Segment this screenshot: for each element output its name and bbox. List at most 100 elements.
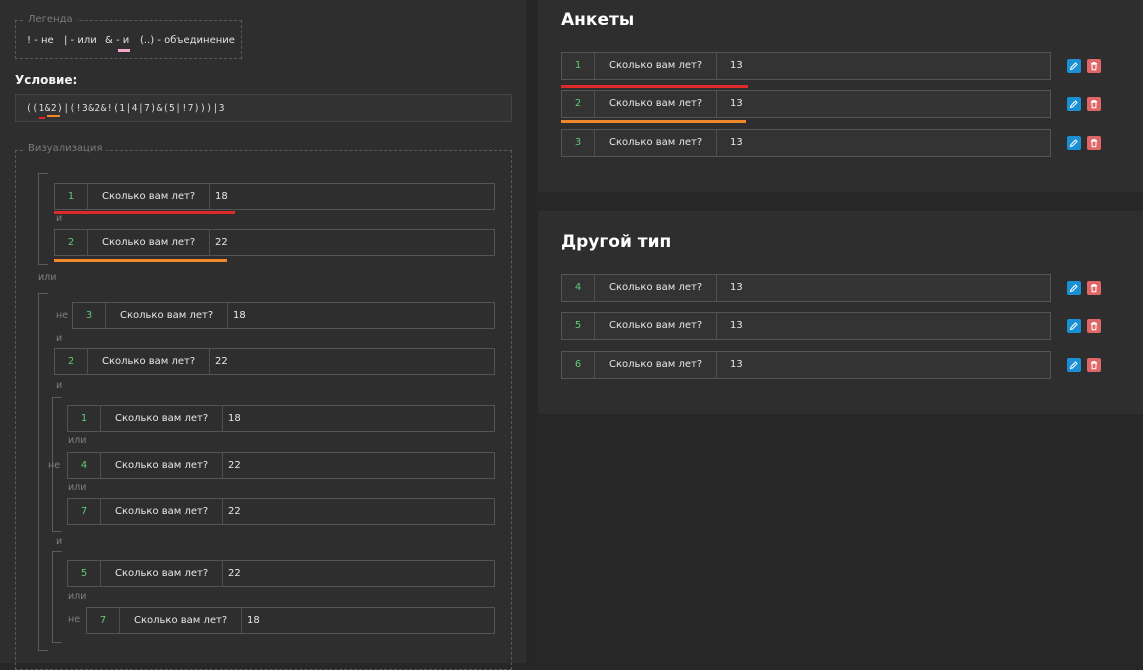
row-value: 22: [228, 568, 241, 579]
row-question: Сколько вам лет?: [88, 230, 211, 255]
legend-group: (..) - объединение: [140, 35, 235, 46]
questionnaire-row[interactable]: 4 Сколько вам лет? 13: [561, 274, 1051, 302]
row-question: Сколько вам лет?: [101, 453, 224, 478]
legend-box: Легенда ! - не | - или & - и (..) - объе…: [15, 14, 242, 59]
row-question: Сколько вам лет?: [595, 313, 718, 339]
visualization-title: Визуализация: [24, 143, 107, 154]
pencil-icon: [1069, 322, 1078, 331]
pencil-icon: [1069, 139, 1078, 148]
questionnaire-row[interactable]: 3 Сколько вам лет? 13: [561, 129, 1051, 157]
condition-row[interactable]: 2 Сколько вам лет? 22: [54, 348, 495, 375]
condition-row[interactable]: 3 Сколько вам лет? 18: [72, 302, 495, 329]
questionnaire-row[interactable]: 5 Сколько вам лет? 13: [561, 312, 1051, 340]
op-and: и: [56, 333, 63, 344]
questionnaire-row[interactable]: 2 Сколько вам лет? 13: [561, 90, 1051, 118]
legend-not: ! - не: [27, 35, 54, 46]
row-question: Сколько вам лет?: [101, 406, 224, 431]
condition-mark-orange: [47, 115, 60, 117]
condition-row[interactable]: 7 Сколько вам лет? 18: [86, 607, 495, 634]
edit-button[interactable]: [1067, 358, 1081, 372]
group-bracket: [38, 173, 48, 265]
edit-button[interactable]: [1067, 59, 1081, 73]
condition-row[interactable]: 1 Сколько вам лет? 18: [54, 183, 495, 210]
row-value: 22: [215, 356, 228, 367]
condition-row[interactable]: 7 Сколько вам лет? 22: [67, 498, 495, 525]
group-bracket: [52, 551, 62, 643]
delete-button[interactable]: [1087, 136, 1101, 150]
row-number: 1: [55, 184, 88, 209]
row-value: 13: [730, 320, 743, 331]
row-number: 1: [562, 53, 595, 79]
trash-icon: [1091, 361, 1097, 370]
op-or: или: [68, 482, 87, 493]
card-title: Другой тип: [561, 232, 672, 252]
legend-title: Легенда: [24, 14, 77, 25]
row-question: Сколько вам лет?: [595, 53, 718, 79]
highlight-underline-orange: [561, 120, 746, 123]
delete-button[interactable]: [1087, 281, 1101, 295]
delete-button[interactable]: [1087, 97, 1101, 111]
row-value: 13: [730, 282, 743, 293]
op-not: не: [56, 310, 69, 321]
legend-highlight-mark: [118, 49, 130, 52]
condition-row[interactable]: 1 Сколько вам лет? 18: [67, 405, 495, 432]
highlight-underline-red: [561, 85, 748, 88]
row-value: 18: [233, 310, 246, 321]
condition-row[interactable]: 4 Сколько вам лет? 22: [67, 452, 495, 479]
row-number: 3: [562, 130, 595, 156]
condition-panel: Легенда ! - не | - или & - и (..) - объе…: [0, 0, 526, 670]
op-and: и: [56, 213, 63, 224]
edit-button[interactable]: [1067, 319, 1081, 333]
pencil-icon: [1069, 62, 1078, 71]
delete-button[interactable]: [1087, 358, 1101, 372]
condition-input[interactable]: ((1&2)|(!3&2&!(1|4|7)&(5|!7)))|3: [15, 94, 512, 122]
pencil-icon: [1069, 361, 1078, 370]
row-number: 4: [562, 275, 595, 301]
delete-button[interactable]: [1087, 319, 1101, 333]
row-question: Сколько вам лет?: [106, 303, 229, 328]
row-number: 5: [68, 561, 101, 586]
row-number: 3: [73, 303, 106, 328]
panel-divider: [526, 0, 538, 663]
highlight-underline-orange: [54, 259, 227, 262]
card-ankety: Анкеты 1 Сколько вам лет? 13 2 Сколько в…: [538, 0, 1143, 192]
op-or: или: [38, 272, 57, 283]
row-value: 13: [730, 60, 743, 71]
row-number: 4: [68, 453, 101, 478]
legend-or: | - или: [64, 35, 97, 46]
edit-button[interactable]: [1067, 97, 1081, 111]
op-not: не: [48, 460, 61, 471]
legend-and: & - и: [105, 35, 130, 46]
row-value: 22: [228, 460, 241, 471]
row-question: Сколько вам лет?: [101, 499, 224, 524]
delete-button[interactable]: [1087, 59, 1101, 73]
condition-mark-red: [39, 117, 45, 119]
condition-row[interactable]: 5 Сколько вам лет? 22: [67, 560, 495, 587]
condition-row[interactable]: 2 Сколько вам лет? 22: [54, 229, 495, 256]
row-value: 22: [215, 237, 228, 248]
row-value: 13: [730, 98, 743, 109]
row-number: 1: [68, 406, 101, 431]
questionnaire-row[interactable]: 6 Сколько вам лет? 13: [561, 351, 1051, 379]
row-question: Сколько вам лет?: [595, 352, 718, 378]
edit-button[interactable]: [1067, 281, 1081, 295]
row-value: 18: [228, 413, 241, 424]
edit-button[interactable]: [1067, 136, 1081, 150]
row-value: 18: [247, 615, 260, 626]
trash-icon: [1091, 62, 1097, 71]
row-question: Сколько вам лет?: [120, 608, 243, 633]
op-and: и: [56, 536, 63, 547]
trash-icon: [1091, 139, 1097, 148]
pencil-icon: [1069, 100, 1078, 109]
row-question: Сколько вам лет?: [595, 275, 718, 301]
row-question: Сколько вам лет?: [595, 130, 718, 156]
row-value: 13: [730, 137, 743, 148]
row-value: 13: [730, 359, 743, 370]
row-number: 5: [562, 313, 595, 339]
questionnaire-row[interactable]: 1 Сколько вам лет? 13: [561, 52, 1051, 80]
row-number: 6: [562, 352, 595, 378]
trash-icon: [1091, 100, 1097, 109]
row-number: 2: [55, 349, 88, 374]
trash-icon: [1091, 284, 1097, 293]
row-question: Сколько вам лет?: [88, 184, 211, 209]
